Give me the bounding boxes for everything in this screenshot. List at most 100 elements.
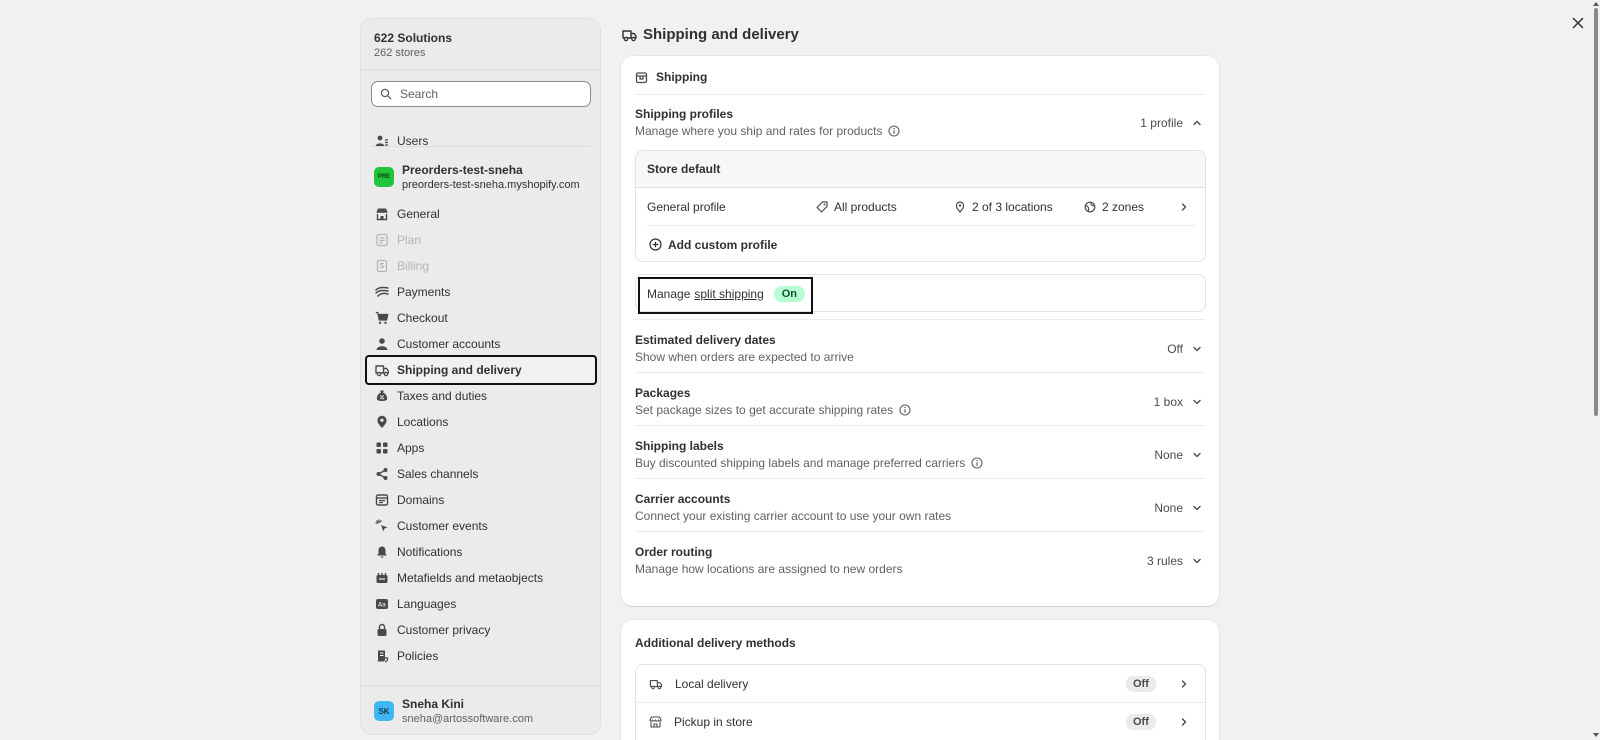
order-routing-toggle[interactable]: 3 rules bbox=[1147, 554, 1203, 568]
estimated-delivery-dates-value: Off bbox=[1167, 342, 1183, 356]
shipping-labels-desc-text: Buy discounted shipping labels and manag… bbox=[635, 456, 966, 470]
sidebar-item-notifications[interactable]: Notifications bbox=[367, 539, 595, 565]
add-custom-profile-text: Add custom profile bbox=[668, 237, 778, 252]
sidebar-item-label: Domains bbox=[397, 493, 445, 507]
store-icon bbox=[376, 208, 388, 221]
add-custom-profile-button[interactable]: Add custom profile bbox=[636, 226, 1205, 261]
general-profile-row[interactable]: General profile All products 2 of 3 loca… bbox=[636, 188, 1205, 225]
payments-icon bbox=[375, 286, 389, 297]
sidebar-item-policies[interactable]: Policies bbox=[367, 643, 595, 669]
status-badge: Off bbox=[1126, 675, 1156, 692]
sidebar-item-sales-channels[interactable]: Sales channels bbox=[367, 461, 595, 487]
sidebar-item-locations[interactable]: Locations bbox=[367, 409, 595, 435]
delivery-method-pickup[interactable]: Pickup in store Off bbox=[636, 703, 1205, 740]
delivery-methods-panel: Local delivery Off Pickup in store Off bbox=[635, 664, 1206, 740]
split-shipping-link[interactable]: split shipping bbox=[694, 287, 763, 301]
metafields-icon bbox=[376, 573, 388, 583]
sidebar-item-label: Sales channels bbox=[397, 467, 479, 481]
chevron-down-icon bbox=[1193, 452, 1201, 458]
sidebar-item-metafields-and-metaobjects[interactable]: Metafields and metaobjects bbox=[367, 565, 595, 591]
estimated-delivery-dates-title: Estimated delivery dates bbox=[635, 333, 776, 347]
search-box[interactable] bbox=[371, 81, 591, 107]
card-divider bbox=[635, 425, 1205, 426]
profile-products-text: All products bbox=[834, 199, 897, 214]
delivery-methods-heading: Additional delivery methods bbox=[635, 636, 796, 650]
page-scrollbar[interactable] bbox=[1592, 0, 1600, 740]
sidebar-item-billing[interactable]: Billing bbox=[367, 253, 595, 279]
sidebar-item-taxes-and-duties[interactable]: Taxes and duties bbox=[367, 383, 595, 409]
shipping-labels-desc: Buy discounted shipping labels and manag… bbox=[635, 456, 983, 470]
profile-name: General profile bbox=[647, 199, 726, 214]
carrier-accounts-toggle[interactable]: None bbox=[1154, 501, 1203, 515]
scroll-down-icon bbox=[1593, 733, 1599, 737]
lock-icon bbox=[377, 623, 387, 636]
location-icon bbox=[955, 200, 965, 213]
close-button[interactable] bbox=[1565, 10, 1591, 36]
sidebar-item-label: Payments bbox=[397, 285, 451, 299]
sidebar-item-label: Locations bbox=[397, 415, 449, 429]
sidebar-item-checkout[interactable]: Checkout bbox=[367, 305, 595, 331]
user-email: sneha@artossoftware.com bbox=[402, 713, 534, 725]
sidebar-item-customer-privacy[interactable]: Customer privacy bbox=[367, 617, 595, 643]
truck-icon bbox=[649, 679, 663, 689]
chevron-down-icon bbox=[1193, 346, 1201, 352]
info-icon[interactable] bbox=[899, 404, 911, 416]
carrier-accounts-title: Carrier accounts bbox=[635, 492, 731, 506]
packages-toggle[interactable]: 1 box bbox=[1154, 395, 1203, 409]
sidebar-item-apps[interactable]: Apps bbox=[367, 435, 595, 461]
estimated-delivery-dates-desc: Show when orders are expected to arrive bbox=[635, 350, 854, 364]
search-input[interactable] bbox=[400, 87, 580, 101]
policies-icon bbox=[377, 650, 389, 663]
delivery-method-local[interactable]: Local delivery Off bbox=[636, 665, 1205, 702]
organization-header[interactable]: 622 Solutions 262 stores bbox=[361, 19, 600, 70]
carrier-accounts-desc: Connect your existing carrier account to… bbox=[635, 509, 951, 523]
carrier-accounts-desc-text: Connect your existing carrier account to… bbox=[635, 509, 952, 523]
split-shipping-panel: Manage split shipping On bbox=[635, 274, 1206, 314]
carrier-accounts-value: None bbox=[1154, 501, 1183, 515]
tag-icon bbox=[816, 200, 828, 213]
status-badge: On bbox=[773, 285, 806, 302]
sidebar-item-plan[interactable]: Plan bbox=[367, 227, 595, 253]
local-delivery-text: Local delivery bbox=[675, 676, 749, 691]
billing-icon bbox=[376, 259, 388, 273]
shipping-profiles-toggle[interactable]: 1 profile bbox=[1140, 116, 1203, 130]
user-profile[interactable]: SK Sneha Kini sneha@artossoftware.com bbox=[361, 685, 600, 734]
chevron-right-icon bbox=[1181, 202, 1187, 211]
packages-value: 1 box bbox=[1153, 395, 1183, 409]
profile-zones: 2 zones bbox=[1084, 200, 1144, 214]
plus-circle-icon bbox=[649, 238, 662, 251]
org-name: 622 Solutions bbox=[374, 31, 453, 45]
languages-icon: Aa bbox=[376, 599, 388, 609]
sidebar-item-users[interactable]: Users bbox=[367, 128, 595, 154]
scrollbar-thumb[interactable] bbox=[1594, 8, 1598, 416]
shipping-profiles-desc: Manage where you ship and rates for prod… bbox=[635, 124, 901, 138]
profile-products: All products bbox=[816, 200, 897, 214]
store-switcher[interactable]: PRE Preorders-test-sneha preorders-test-… bbox=[374, 163, 580, 191]
store-icon bbox=[649, 715, 662, 728]
sidebar-item-general[interactable]: General bbox=[367, 201, 595, 227]
estimated-delivery-dates-toggle[interactable]: Off bbox=[1167, 342, 1203, 356]
order-routing-value: 3 rules bbox=[1146, 554, 1183, 568]
profile-zones-text: 2 zones bbox=[1102, 199, 1145, 214]
sidebar-item-shipping-and-delivery[interactable]: Shipping and delivery bbox=[365, 355, 597, 385]
shipping-profiles-desc-text: Manage where you ship and rates for prod… bbox=[635, 124, 883, 138]
sidebar-item-languages[interactable]: Aa Languages bbox=[367, 591, 595, 617]
org-store-count: 262 stores bbox=[374, 47, 426, 59]
sidebar-item-label: Notifications bbox=[397, 545, 463, 559]
sidebar-item-domains[interactable]: Domains bbox=[367, 487, 595, 513]
add-custom-profile: Add custom profile bbox=[649, 238, 777, 252]
info-icon[interactable] bbox=[888, 125, 901, 137]
sidebar-item-payments[interactable]: Payments bbox=[367, 279, 595, 305]
close-icon bbox=[1572, 17, 1584, 29]
sidebar-item-customer-events[interactable]: Customer events bbox=[367, 513, 595, 539]
info-icon[interactable] bbox=[971, 457, 983, 469]
split-shipping-prefix: Manage bbox=[647, 286, 691, 301]
sidebar-item-customer-accounts[interactable]: Customer accounts bbox=[367, 331, 595, 357]
sidebar-item-label: Taxes and duties bbox=[397, 389, 488, 403]
sidebar-item-label: Shipping and delivery bbox=[397, 363, 522, 377]
shipping-labels-toggle[interactable]: None bbox=[1154, 448, 1203, 462]
pickup-in-store-text: Pickup in store bbox=[674, 714, 753, 729]
sidebar-item-label: Customer accounts bbox=[397, 337, 501, 351]
truck-icon bbox=[622, 29, 637, 41]
sidebar-item-label: Policies bbox=[397, 649, 439, 663]
